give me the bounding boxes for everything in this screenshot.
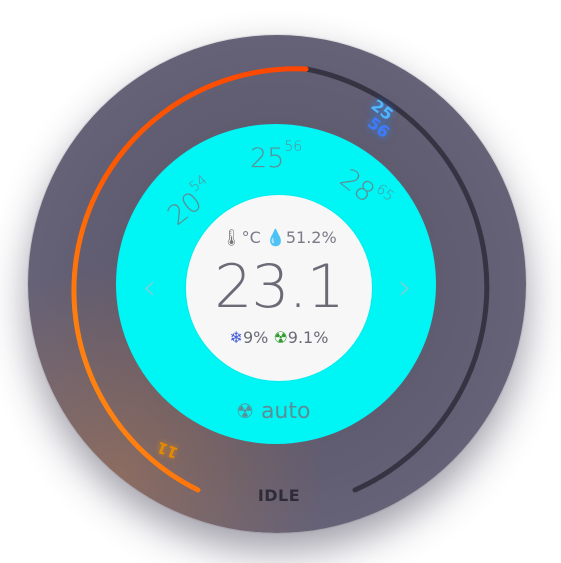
radiation-mode-icon: ☢ [236,399,254,423]
radiation-value: 9.1% [287,328,329,347]
unit-label: °C [241,228,261,247]
chevron-left-icon[interactable]: ‹ [142,268,156,308]
thermometer-icon: 🌡 [221,228,242,247]
current-temperature: 23.1 [214,252,345,322]
snowflake-icon: ❄ [229,328,243,347]
humidity-value: 51.2% [285,228,337,247]
status-label: IDLE [257,486,301,505]
snow-value: 9% [242,328,269,347]
radiation-icon: ☢ [273,328,288,347]
drop-icon: 💧 [265,228,286,247]
mode-label: auto [260,399,311,424]
mode-button[interactable]: ☢ auto [236,399,310,424]
chevron-right-icon[interactable]: › [398,268,412,308]
preset-center[interactable]: 2556 [250,139,302,174]
stats-row: ❄9% ☢9.1% [186,328,372,347]
unit-humidity-row: 🌡°C 💧51.2% [186,228,372,247]
